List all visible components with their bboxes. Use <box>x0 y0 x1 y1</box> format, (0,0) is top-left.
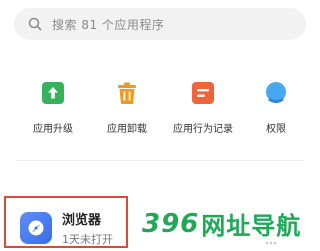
browser-app-icon <box>20 212 52 244</box>
search-input[interactable]: 搜索 81 个应用程序 <box>52 16 164 33</box>
trash-icon <box>114 80 140 106</box>
watermark-text: 网址导航 <box>201 212 302 240</box>
record-list-icon <box>190 80 216 106</box>
more-options-icon[interactable] <box>264 232 278 245</box>
action-app-uninstall[interactable]: 应用卸载 <box>87 80 167 135</box>
action-label: 权限 <box>266 124 286 135</box>
quick-actions: 应用升级 应用卸载 应用行为记录 权限 <box>0 80 320 140</box>
action-label: 应用行为记录 <box>173 124 233 135</box>
action-app-behavior-record[interactable]: 应用行为记录 <box>163 80 243 135</box>
action-label: 应用卸载 <box>107 124 147 135</box>
watermark-digits: 396 <box>142 208 200 239</box>
app-last-opened: 1天未打开 <box>62 233 113 246</box>
search-bar[interactable]: 搜索 81 个应用程序 <box>14 8 306 40</box>
upgrade-arrow-icon <box>40 80 66 106</box>
action-app-upgrade[interactable]: 应用升级 <box>13 80 93 135</box>
permission-icon <box>263 80 289 106</box>
action-label: 应用升级 <box>33 124 73 135</box>
app-item-browser[interactable]: 浏览器 1天未打开 <box>4 196 128 248</box>
app-name: 浏览器 <box>62 213 102 228</box>
search-icon <box>28 17 42 31</box>
divider <box>16 160 304 161</box>
action-permissions[interactable]: 权限 <box>236 80 316 135</box>
